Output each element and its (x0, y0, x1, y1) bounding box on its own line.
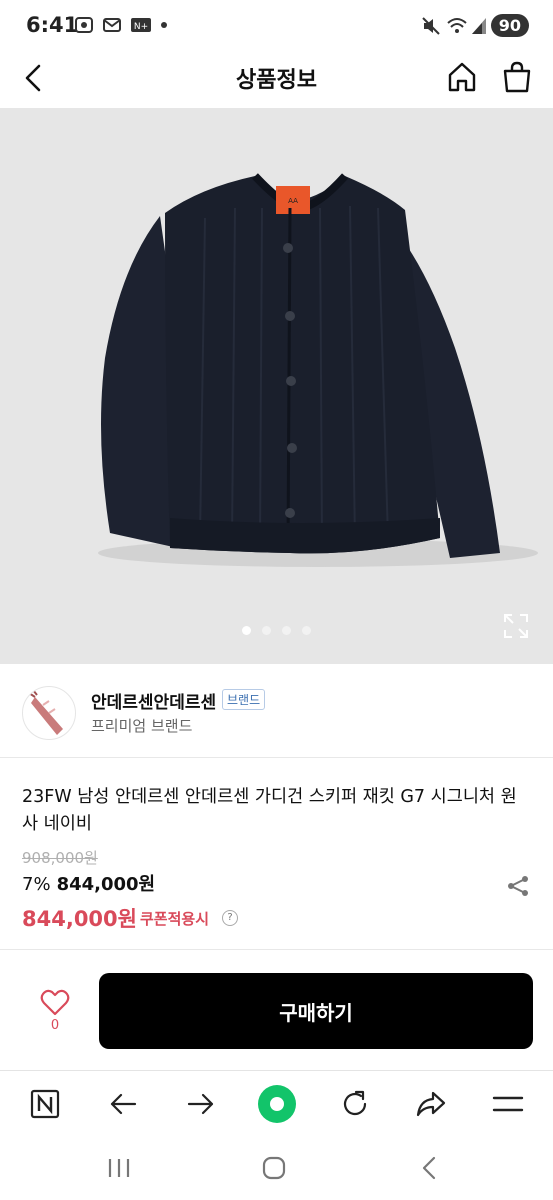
dot-icon (161, 22, 167, 28)
svg-text:AA: AA (288, 197, 298, 205)
svg-text:N+: N+ (134, 22, 148, 32)
brand-avatar[interactable] (22, 686, 76, 740)
brand-badge: 브랜드 (222, 689, 266, 710)
buy-button[interactable]: 구매하기 (99, 973, 533, 1049)
like-count: 0 (50, 1018, 60, 1033)
top-bar: 상품정보 (0, 52, 553, 108)
refresh-icon[interactable] (339, 1088, 371, 1120)
heart-icon[interactable] (40, 988, 70, 1016)
mute-icon (422, 17, 440, 35)
status-bar: 6:41 N+ 90 (0, 0, 553, 52)
original-price: 908,000원 (22, 849, 98, 867)
product-title: 23FW 남성 안데르센 안데르센 가디건 스키퍼 재킷 G7 시그니처 원사 … (22, 787, 517, 834)
expand-icon[interactable] (503, 613, 529, 639)
system-navigation (0, 1136, 553, 1200)
page-dot-4[interactable] (302, 626, 311, 635)
brand-logo-scarf (28, 689, 63, 735)
browser-toolbar (0, 1070, 553, 1136)
discount-percent: 7% (22, 874, 51, 895)
page-dot-3[interactable] (282, 626, 291, 635)
product-image-cardigan: AA (98, 173, 538, 567)
brand-row[interactable]: 안데르센안데르센 브랜드 프리미엄 브랜드 (0, 664, 553, 758)
menu-icon[interactable] (492, 1089, 524, 1119)
brand-subtitle: 프리미엄 브랜드 (91, 717, 193, 735)
help-icon[interactable]: ? (222, 910, 238, 926)
status-time: 6:41 (26, 13, 79, 37)
forward-icon[interactable] (186, 1089, 216, 1119)
purchase-bar: 0 구매하기 (0, 950, 553, 1070)
wifi-icon (447, 18, 467, 33)
page-dot-2[interactable] (262, 626, 271, 635)
green-dot-icon[interactable] (257, 1084, 297, 1124)
home-circle-icon[interactable] (262, 1156, 286, 1180)
share-arrow-icon[interactable] (415, 1088, 447, 1120)
product-info: 23FW 남성 안데르센 안데르센 가디건 스키퍼 재킷 G7 시그니처 원사 … (0, 758, 553, 950)
shopping-bag-icon[interactable] (500, 60, 534, 94)
mail-icon (103, 18, 121, 32)
coupon-label: 쿠폰적용시 (140, 910, 210, 928)
recents-icon[interactable] (106, 1156, 132, 1180)
product-image-gallery[interactable]: AA (0, 108, 553, 664)
sale-price: 844,000원 (56, 874, 156, 895)
share-icon[interactable] (506, 874, 530, 898)
coupon-price: 844,000원 (22, 907, 137, 931)
discount-price-row: 7% 844,000원 (22, 870, 155, 896)
n-plus-icon: N+ (131, 18, 151, 32)
back-chevron-icon[interactable] (418, 1156, 442, 1180)
battery-indicator: 90 (490, 14, 529, 37)
naver-n-icon[interactable] (30, 1089, 60, 1119)
status-icons-left: N+ (74, 16, 168, 34)
signal-icon (472, 18, 486, 34)
home-icon[interactable] (445, 60, 479, 94)
screenshot-icon (75, 17, 93, 33)
gallery-page-dots (242, 626, 311, 635)
page-dot-1[interactable] (242, 626, 251, 635)
brand-name[interactable]: 안데르센안데르센 (91, 688, 216, 713)
back-icon[interactable] (108, 1089, 138, 1119)
